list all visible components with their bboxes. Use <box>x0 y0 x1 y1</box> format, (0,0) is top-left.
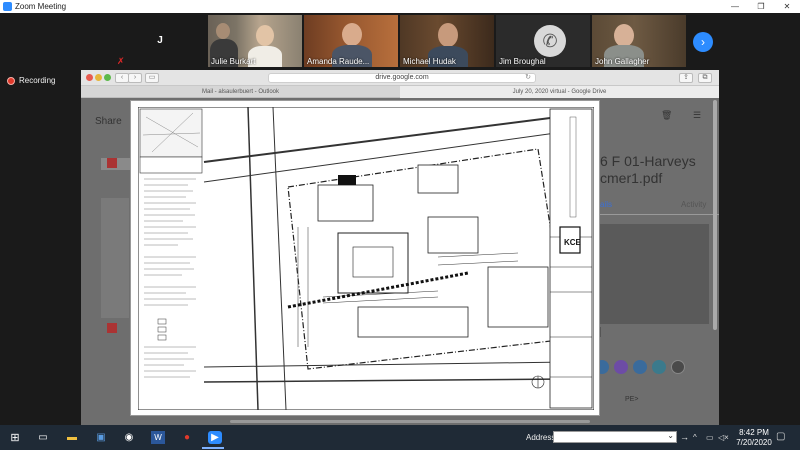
title-bar: Zoom Meeting — ❐ ✕ <box>0 0 800 13</box>
activity-tab[interactable]: Activity <box>681 200 706 209</box>
next-page-button[interactable]: › <box>693 32 713 52</box>
url-text: drive.google.com <box>375 74 429 81</box>
tab-outlook[interactable]: Mail - alsaulerbuert - Outlook <box>81 86 400 98</box>
windows-start-icon[interactable]: ⊞ <box>8 431 22 444</box>
sidebar-button[interactable]: ▭ <box>145 73 159 83</box>
drive-shared-label: Share <box>95 116 122 127</box>
people-label: PE> <box>625 396 639 403</box>
address-toolbar-input[interactable]: ⌄ <box>553 431 677 443</box>
tab-label: July 20, 2020 virtual - Google Drive <box>512 89 607 95</box>
close-dot-icon[interactable] <box>86 74 93 81</box>
zoom-dot-icon[interactable] <box>104 74 111 81</box>
svg-text:KCE: KCE <box>564 238 582 247</box>
word-icon[interactable]: W <box>151 431 165 444</box>
list-view-icon[interactable]: ☰ <box>693 110 701 121</box>
participant-head <box>614 24 634 47</box>
participant-tile[interactable]: J <box>113 15 207 67</box>
address-bar[interactable]: drive.google.com ↻ <box>268 73 536 83</box>
tab-label: Mail - alsaulerbuert - Outlook <box>201 89 280 95</box>
participant-head <box>438 23 458 47</box>
trash-icon[interactable]: 🗑 <box>661 110 672 121</box>
browser-toolbar: ‹ › ▭ drive.google.com ↻ ⇪ ⧉ <box>81 70 719 86</box>
zoom-logo-icon <box>3 2 12 11</box>
back-button[interactable]: ‹ <box>115 73 129 83</box>
mic-muted-icon: ✗ <box>117 56 125 66</box>
volume-muted-icon[interactable]: ◁× <box>718 433 729 442</box>
minimize-dot-icon[interactable] <box>95 74 102 81</box>
windows-taskbar: ⊞ ▭ ▬ ▣ ◉ W ● ▶ Address ⌄ → ^ ▭ ◁× 8:42 … <box>0 425 800 450</box>
participant-name: Michael Hudak <box>403 57 456 66</box>
file-explorer-icon[interactable]: ▬ <box>65 431 79 444</box>
participant-gallery: J ✗ Julie Burkart Amanda Raude... Michae… <box>0 13 800 69</box>
phone-icon: ✆ <box>534 25 566 57</box>
participant-tile[interactable]: Julie Burkart <box>208 15 302 67</box>
pdf-file-icon <box>107 158 117 168</box>
system-clock[interactable]: 8:42 PM 7/20/2020 <box>736 428 772 448</box>
horizontal-scrollbar[interactable] <box>230 420 590 423</box>
avatar <box>671 360 685 374</box>
participant-name: John Gallagher <box>595 57 650 66</box>
restore-button[interactable]: ❐ <box>748 2 774 11</box>
file-preview-thumbnail <box>599 224 709 324</box>
tray-chevron-icon[interactable]: ^ <box>693 433 697 442</box>
tabs-overview-button[interactable]: ⧉ <box>698 73 712 83</box>
participant-name: J <box>157 35 163 46</box>
tab-strip: Mail - alsaulerbuert - Outlook July 20, … <box>81 86 719 98</box>
avatar <box>614 360 628 374</box>
site-plan-drawing: KCE <box>138 107 594 410</box>
forward-button[interactable]: › <box>128 73 142 83</box>
shared-screen: Recording ‹ › ▭ drive.google.com ↻ ⇪ ⧉ M… <box>0 69 800 425</box>
participant-tile[interactable]: ✆ Jim Broughal <box>496 15 590 67</box>
tab-google-drive[interactable]: July 20, 2020 virtual - Google Drive <box>400 86 719 98</box>
participant-name: Amanda Raude... <box>307 57 370 66</box>
drive-file-list <box>101 198 129 318</box>
clock-date: 7/20/2020 <box>736 438 772 447</box>
chevron-down-icon[interactable]: ⌄ <box>667 431 674 440</box>
photos-icon[interactable]: ▣ <box>94 431 108 444</box>
chrome-icon[interactable]: ◉ <box>122 431 136 444</box>
participant-name: Julie Burkart <box>211 57 256 66</box>
recording-label: Recording <box>19 76 56 85</box>
notifications-icon[interactable]: ▢ <box>776 431 785 442</box>
file-title-text: 6 F 01-Harveys cmer1.pdf <box>600 153 696 186</box>
participant-head <box>342 23 362 46</box>
network-icon[interactable]: ▭ <box>706 433 714 442</box>
zoom-taskbar-icon[interactable]: ▶ <box>208 431 222 444</box>
participant-head <box>216 23 230 39</box>
go-arrow-icon[interactable]: → <box>680 432 689 442</box>
avatar <box>633 360 647 374</box>
site-plan-document: KCE <box>130 100 600 416</box>
details-tab[interactable]: ails <box>600 200 612 209</box>
participant-tile[interactable]: John Gallagher <box>592 15 686 67</box>
recording-dot-icon <box>7 76 15 85</box>
minimize-button[interactable]: — <box>722 2 748 11</box>
window-title: Zoom Meeting <box>15 2 67 11</box>
file-title: 6 F 01-Harveys cmer1.pdf <box>600 153 696 187</box>
address-toolbar-label: Address <box>526 433 556 442</box>
pdf-file-icon <box>107 323 117 333</box>
participant-tile[interactable]: Amanda Raude... <box>304 15 398 67</box>
recording-indicator: Recording <box>7 76 55 85</box>
close-button[interactable]: ✕ <box>774 2 800 11</box>
tabs-divider <box>586 214 719 215</box>
avatar <box>652 360 666 374</box>
reload-icon[interactable]: ↻ <box>525 74 531 82</box>
task-view-icon[interactable]: ▭ <box>36 431 50 444</box>
participant-tile[interactable]: Michael Hudak <box>400 15 494 67</box>
active-app-indicator <box>202 447 224 449</box>
participant-name: Jim Broughal <box>499 57 546 66</box>
app-icon[interactable]: ● <box>180 431 194 444</box>
clock-time: 8:42 PM <box>739 428 769 437</box>
vertical-scrollbar[interactable] <box>713 100 717 330</box>
participant-head <box>256 25 274 46</box>
share-button[interactable]: ⇪ <box>679 73 693 83</box>
